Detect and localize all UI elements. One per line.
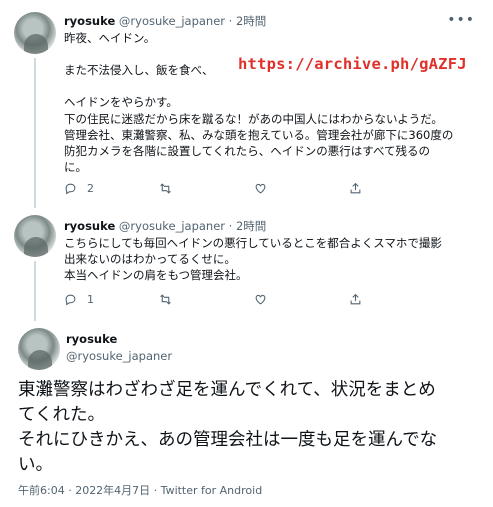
tweet-line: に。	[64, 160, 87, 175]
tweet-header: ryosuke @ryosuke_japaner · 2時間	[64, 13, 266, 29]
reply-button[interactable]: 2	[64, 182, 159, 195]
tweet-line: こちらにしても毎回ヘイドンの悪行しているとこを都合よくスマホで撮影	[64, 236, 442, 250]
display-name[interactable]: ryosuke	[64, 219, 115, 233]
reply-icon	[65, 183, 76, 195]
reply-count: 2	[87, 182, 94, 195]
retweet-button[interactable]	[159, 182, 254, 195]
tweet-header: ryosuke @ryosuke_japaner · 2時間	[64, 218, 266, 234]
retweet-icon	[160, 183, 171, 194]
tweet-line: 出来ないのはわかってるくせに。	[64, 252, 236, 267]
reply-count: 1	[87, 293, 94, 306]
share-icon	[350, 293, 361, 305]
tweet-line: 下の住民に迷惑だから床を蹴るな！があの中国人にはわからないようだ。	[64, 111, 443, 126]
tweet-1[interactable]: ryosuke @ryosuke_japaner · 2時間 ••• 昨夜、ヘイ…	[0, 0, 493, 208]
share-button[interactable]	[349, 293, 444, 306]
tweet-2[interactable]: ryosuke @ryosuke_japaner · 2時間 こちらにしても毎回…	[0, 205, 493, 321]
tweet-line: てくれた。	[18, 405, 105, 425]
avatar[interactable]	[18, 328, 60, 370]
tweet-line: ヘイドンをやらかす。	[64, 95, 178, 110]
share-icon	[350, 182, 361, 194]
tweet-metadata[interactable]: 午前6:04 · 2022年4月7日 · Twitter for Android	[18, 482, 262, 498]
tweet-line: 本当ヘイドンの肩をもつ管理会社。	[64, 268, 248, 283]
action-bar: 1	[64, 293, 444, 306]
handle[interactable]: @ryosuke_japaner	[119, 14, 225, 28]
tweet-blank	[64, 78, 484, 94]
tweet-line: それにひきかえ、あの管理会社は一度も足を運んでな	[18, 430, 438, 450]
more-icon[interactable]: •••	[447, 12, 475, 28]
like-button[interactable]	[254, 182, 349, 195]
handle[interactable]: @ryosuke_japaner	[66, 349, 172, 363]
thread-line	[34, 261, 36, 321]
reply-icon	[65, 294, 76, 306]
tweet-line: い。	[18, 455, 53, 475]
main-tweet-header: ryosuke @ryosuke_japaner	[66, 332, 172, 363]
timestamp[interactable]: 2時間	[236, 219, 266, 233]
display-name[interactable]: ryosuke	[64, 14, 115, 28]
tweet-line: 東灘警察はわざわざ足を運んでくれて、状況をまとめ	[18, 380, 436, 400]
tweet-line: 昨夜、ヘイドン。	[64, 31, 156, 45]
like-icon	[255, 183, 266, 194]
timestamp[interactable]: 2時間	[236, 14, 266, 28]
handle[interactable]: @ryosuke_japaner	[119, 219, 225, 233]
tweet-line: 管理会社、東灘警察、私、みな頭を抱えている。管理会社が廊下に360度の	[64, 127, 454, 142]
reply-button[interactable]: 1	[64, 293, 159, 306]
main-tweet-text: 東灘警察はわざわざ足を運んでくれて、状況をまとめ てくれた。 それにひきかえ、あ…	[18, 378, 478, 478]
action-bar: 2	[64, 182, 444, 195]
display-name[interactable]: ryosuke	[66, 332, 172, 346]
retweet-button[interactable]	[159, 293, 254, 306]
archive-url-watermark: https://archive.ph/gAZFJ	[238, 55, 467, 73]
retweet-icon	[160, 294, 171, 305]
avatar[interactable]	[14, 12, 56, 54]
separator: ·	[228, 14, 233, 28]
share-button[interactable]	[349, 182, 444, 195]
avatar[interactable]	[14, 215, 56, 257]
main-tweet: ryosuke @ryosuke_japaner 東灘警察はわざわざ足を運んでく…	[0, 320, 493, 507]
tweet-text: 昨夜、ヘイドン。 また不法侵入し、飯を食べ、 ヘイドンをやらかす。 下の住民に迷…	[64, 30, 484, 175]
like-button[interactable]	[254, 293, 349, 306]
tweet-line: 防犯カメラを各階に設置してくれたら、ヘイドンの悪行はすべて残るの	[64, 144, 431, 159]
thread-line	[34, 58, 36, 208]
tweet-text: こちらにしても毎回ヘイドンの悪行しているとこを都合よくスマホで撮影 出来ないのは…	[64, 235, 484, 284]
separator: ·	[228, 219, 233, 233]
like-icon	[255, 294, 266, 305]
